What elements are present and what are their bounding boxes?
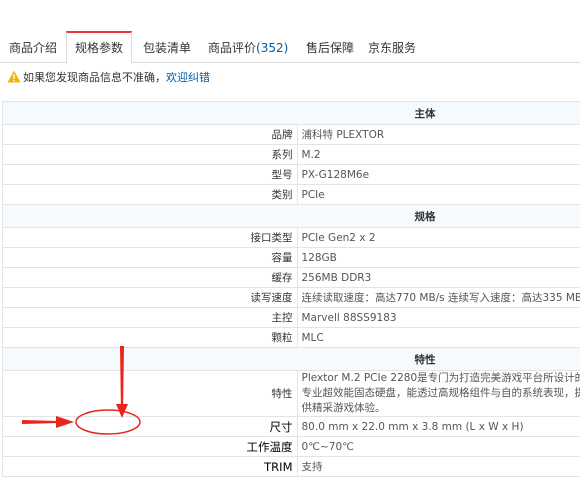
spec-row: 特性Plextor M.2 PCIe 2280是专门为打造完美游戏平台所设计的专… bbox=[3, 371, 580, 417]
spec-row: TRIM支持 bbox=[3, 457, 580, 477]
spec-key: 颗粒 bbox=[3, 328, 298, 348]
spec-key: 类别 bbox=[3, 185, 298, 205]
spec-key: TRIM bbox=[3, 457, 298, 477]
group-title: 规格 bbox=[3, 205, 580, 228]
tab-after-sales[interactable]: 售后保障 bbox=[306, 32, 354, 62]
warning-icon bbox=[7, 70, 21, 83]
spec-row: 容量128GB bbox=[3, 248, 580, 268]
tab-specs[interactable]: 规格参数 bbox=[66, 31, 132, 64]
spec-key: 尺寸 bbox=[3, 417, 298, 437]
spec-value: 0℃~70℃ bbox=[297, 437, 580, 457]
spec-value: Marvell 88SS9183 bbox=[297, 308, 580, 328]
group-title: 主体 bbox=[3, 102, 580, 125]
spec-row: 系列M.2 bbox=[3, 145, 580, 165]
group-title: 特性 bbox=[3, 348, 580, 371]
spec-key: 主控 bbox=[3, 308, 298, 328]
info-notice: 如果您发现商品信息不准确，欢迎纠错 bbox=[7, 69, 210, 87]
spec-group-header: 特性 bbox=[3, 348, 580, 371]
spec-value: Plextor M.2 PCIe 2280是专门为打造完美游戏平台所设计的专业超… bbox=[297, 371, 580, 417]
tab-jd-service[interactable]: 京东服务 bbox=[368, 32, 416, 62]
spec-row: 主控Marvell 88SS9183 bbox=[3, 308, 580, 328]
tab-bar: 商品介绍 规格参数 包装清单 商品评价(352) 售后保障 京东服务 bbox=[0, 32, 580, 63]
spec-value: PCIe Gen2 x 2 bbox=[297, 228, 580, 248]
spec-key: 接口类型 bbox=[3, 228, 298, 248]
spec-row: 类别PCIe bbox=[3, 185, 580, 205]
spec-value: MLC bbox=[297, 328, 580, 348]
spec-key: 型号 bbox=[3, 165, 298, 185]
spec-value: PCIe bbox=[297, 185, 580, 205]
spec-key: 缓存 bbox=[3, 268, 298, 288]
spec-row: 尺寸80.0 mm x 22.0 mm x 3.8 mm (L x W x H) bbox=[3, 417, 580, 437]
tab-reviews-count: (352) bbox=[256, 41, 288, 55]
spec-value: 256MB DDR3 bbox=[297, 268, 580, 288]
tab-reviews-label: 商品评价 bbox=[208, 41, 256, 55]
spec-key: 品牌 bbox=[3, 125, 298, 145]
spec-table: 主体 品牌浦科特 PLEXTOR 系列M.2 型号PX-G128M6e 类别PC… bbox=[2, 101, 580, 477]
spec-value: PX-G128M6e bbox=[297, 165, 580, 185]
spec-row: 颗粒MLC bbox=[3, 328, 580, 348]
spec-row: 品牌浦科特 PLEXTOR bbox=[3, 125, 580, 145]
spec-value: 80.0 mm x 22.0 mm x 3.8 mm (L x W x H) bbox=[297, 417, 580, 437]
spec-key: 读写速度 bbox=[3, 288, 298, 308]
spec-group-header: 主体 bbox=[3, 102, 580, 125]
spec-row: 读写速度连续读取速度：高达770 MB/s 连续写入速度：高达335 MB/s … bbox=[3, 288, 580, 308]
spec-row: 接口类型PCIe Gen2 x 2 bbox=[3, 228, 580, 248]
spec-value: 浦科特 PLEXTOR bbox=[297, 125, 580, 145]
tab-product-intro[interactable]: 商品介绍 bbox=[9, 32, 57, 62]
spec-value: 128GB bbox=[297, 248, 580, 268]
spec-value: 连续读取速度：高达770 MB/s 连续写入速度：高达335 MB/s 随机读取… bbox=[297, 288, 580, 308]
spec-group-header: 规格 bbox=[3, 205, 580, 228]
spec-row: 缓存256MB DDR3 bbox=[3, 268, 580, 288]
spec-value: M.2 bbox=[297, 145, 580, 165]
notice-text: 如果您发现商品信息不准确， bbox=[23, 71, 166, 84]
spec-row: 型号PX-G128M6e bbox=[3, 165, 580, 185]
tab-package-list[interactable]: 包装清单 bbox=[143, 32, 191, 62]
spec-key: 工作温度 bbox=[3, 437, 298, 457]
report-error-link[interactable]: 欢迎纠错 bbox=[166, 71, 210, 84]
top-area bbox=[0, 0, 580, 30]
tab-reviews[interactable]: 商品评价(352) bbox=[208, 32, 288, 62]
spec-key: 容量 bbox=[3, 248, 298, 268]
spec-value: 支持 bbox=[297, 457, 580, 477]
spec-key: 系列 bbox=[3, 145, 298, 165]
spec-row: 工作温度0℃~70℃ bbox=[3, 437, 580, 457]
spec-key: 特性 bbox=[3, 371, 298, 417]
